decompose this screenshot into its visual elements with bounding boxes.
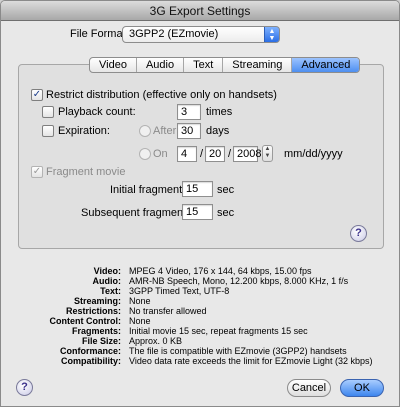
file-format-label: File Format: (70, 28, 129, 40)
initial-fragment-label: Initial fragment: (110, 184, 186, 196)
summary-value: Approx. 0 KB (129, 336, 183, 346)
tab-text[interactable]: Text (184, 58, 224, 72)
tab-video[interactable]: Video (90, 58, 137, 72)
summary-key: Conformance: (59, 346, 121, 356)
date-separator-2: / (228, 148, 232, 160)
cancel-button[interactable]: Cancel (287, 379, 331, 397)
summary-value: MPEG 4 Video, 176 x 144, 64 kbps, 15.00 … (129, 266, 312, 276)
expiration-checkbox[interactable] (42, 125, 54, 137)
expiration-on-radio[interactable] (139, 148, 151, 160)
playback-count-label: Playback count: (58, 106, 136, 118)
tab-streaming[interactable]: Streaming (223, 58, 293, 72)
initial-fragment-unit: sec (217, 184, 235, 196)
summary-value: None (129, 316, 151, 326)
popup-arrows-icon: ▲ ▼ (264, 27, 279, 42)
restrict-distribution-label: Restrict distribution (effective only on… (46, 89, 277, 101)
summary-key: Video: (93, 266, 121, 276)
window-title: 3G Export Settings (149, 4, 251, 18)
summary-value: Video data rate exceeds the limit for EZ… (129, 356, 373, 366)
date-stepper[interactable]: ▲ ▼ (262, 145, 273, 162)
summary-key: Restrictions: (65, 306, 121, 316)
expiration-month-field[interactable]: 4 (177, 146, 197, 162)
summary-key: Text: (100, 286, 121, 296)
summary-key: Fragments: (71, 326, 121, 336)
tab-audio[interactable]: Audio (137, 58, 185, 72)
expiration-after-radio[interactable] (139, 125, 151, 137)
expiration-after-label: After (153, 125, 177, 137)
summary-value: No transfer allowed (129, 306, 207, 316)
expiration-day-field[interactable]: 20 (205, 146, 225, 162)
subsequent-fragments-unit: sec (217, 207, 235, 219)
restrict-distribution-checkbox[interactable]: ✓ (31, 89, 43, 101)
file-format-value: 3GPP2 (EZmovie) (129, 28, 219, 40)
summary-key: File Size: (81, 336, 121, 346)
subsequent-fragments-label: Subsequent fragments: (81, 207, 195, 219)
subsequent-fragments-field[interactable]: 15 (182, 204, 213, 220)
initial-fragment-field[interactable]: 15 (182, 181, 213, 197)
fragment-movie-label: Fragment movie (46, 166, 126, 178)
playback-count-checkbox[interactable] (42, 106, 54, 118)
summary-key: Content Control: (49, 316, 121, 326)
tab-bar: Video Audio Text Streaming Advanced (89, 57, 361, 73)
summary-key: Streaming: (73, 296, 121, 306)
expiration-days-unit: days (206, 125, 230, 137)
window-help-button[interactable]: ? (16, 379, 33, 396)
summary-key: Compatibility: (61, 356, 121, 366)
title-bar: 3G Export Settings (1, 1, 399, 21)
panel-help-button[interactable]: ? (350, 225, 367, 242)
date-format-hint: mm/dd/yyyy (284, 148, 343, 160)
summary-key: Audio: (92, 276, 122, 286)
expiration-on-label: On (153, 148, 168, 160)
summary-section: Video: MPEG 4 Video, 176 x 144, 64 kbps,… (1, 266, 399, 381)
playback-count-unit: times (206, 106, 233, 118)
tab-advanced[interactable]: Advanced (292, 58, 360, 72)
summary-value: 3GPP Timed Text, UTF-8 (129, 286, 230, 296)
fragment-movie-checkbox[interactable]: ✓ (31, 166, 43, 178)
file-format-popup[interactable]: 3GPP2 (EZmovie) ▲ ▼ (122, 26, 280, 43)
summary-value: None (129, 296, 151, 306)
summary-value: AMR-NB Speech, Mono, 12.200 kbps, 8.000 … (129, 276, 349, 286)
date-separator-1: / (200, 148, 204, 160)
expiration-days-field[interactable]: 30 (177, 123, 201, 139)
expiration-label: Expiration: (58, 125, 110, 137)
summary-value: Initial movie 15 sec, repeat fragments 1… (129, 326, 308, 336)
export-settings-window: 3G Export Settings File Format: 3GPP2 (E… (0, 0, 400, 407)
playback-count-field[interactable]: 3 (177, 104, 201, 120)
summary-value: The file is compatible with EZmovie (3GP… (129, 346, 347, 356)
expiration-year-field[interactable]: 2008 (233, 146, 261, 162)
ok-button[interactable]: OK (340, 379, 384, 397)
